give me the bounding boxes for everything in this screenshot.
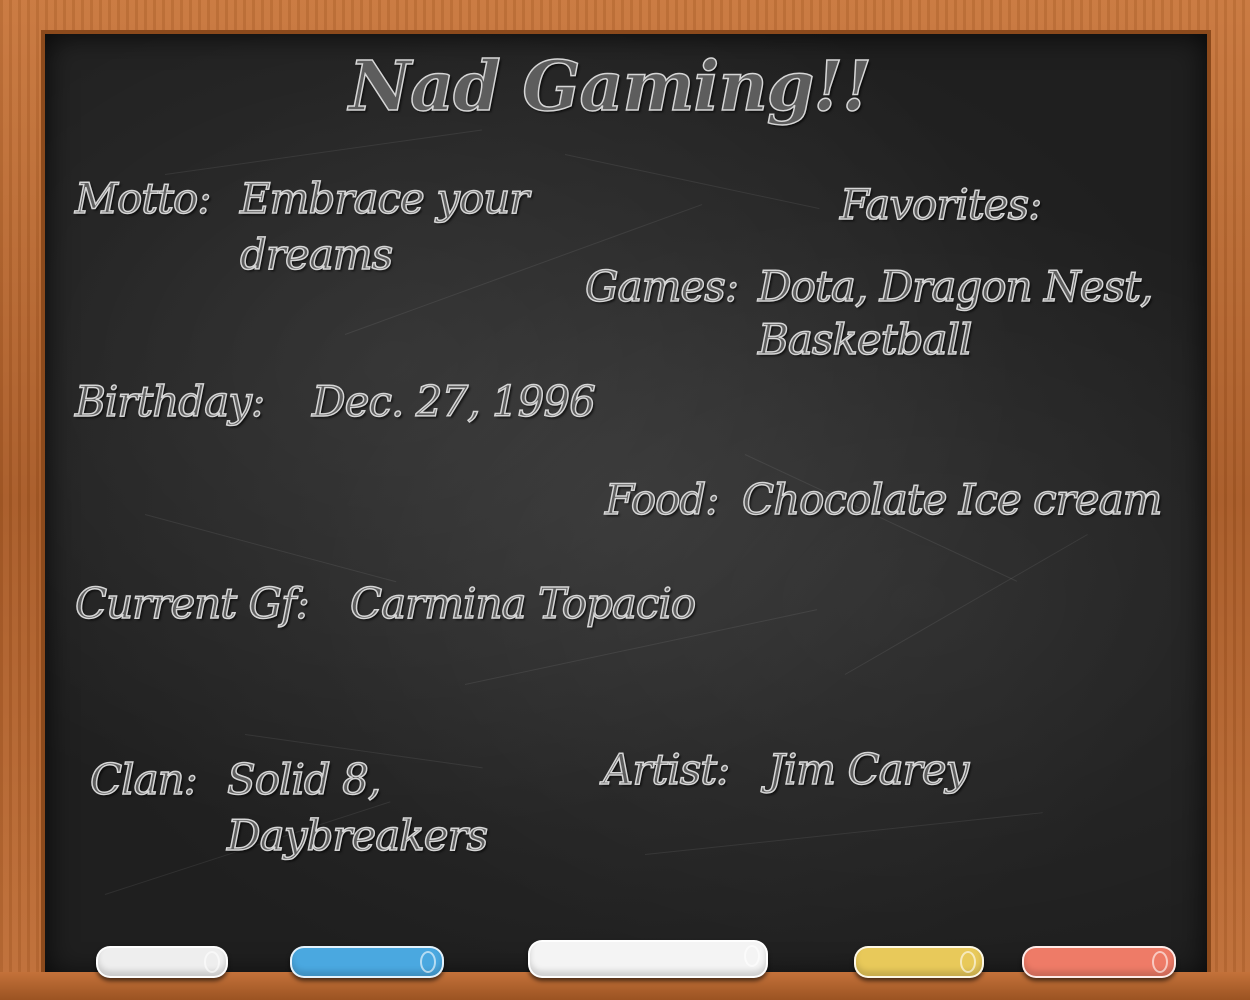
- motto-value-line2: dreams: [239, 230, 394, 279]
- games-value-line1: Dota, Dragon Nest,: [757, 262, 1154, 311]
- girlfriend-label: Current Gf:: [74, 579, 310, 628]
- pink-chalk: [1022, 946, 1176, 978]
- artist-value: Jim Carey: [767, 745, 970, 794]
- blue-chalk: [290, 946, 444, 978]
- favorites-heading: Favorites:: [839, 180, 1043, 229]
- games-value-line2: Basketball: [757, 315, 973, 364]
- food-label: Food:: [604, 475, 720, 524]
- clan-value-line1: Solid 8,: [226, 755, 382, 804]
- clan-label: Clan:: [89, 755, 198, 804]
- white-chalk-center: [528, 940, 768, 978]
- motto-value-line1: Embrace your: [239, 174, 530, 223]
- page-title: Nad Gaming!!: [348, 47, 873, 127]
- birthday-label: Birthday:: [74, 377, 266, 426]
- white-chalk-left: [96, 946, 228, 978]
- motto-label: Motto:: [74, 174, 212, 223]
- yellow-chalk: [854, 946, 984, 978]
- clan-value-line2: Daybreakers: [226, 811, 489, 860]
- artist-label: Artist:: [602, 745, 731, 794]
- games-label: Games:: [584, 262, 739, 311]
- food-value: Chocolate Ice cream: [741, 475, 1163, 524]
- birthday-value: Dec. 27, 1996: [311, 377, 596, 426]
- girlfriend-value: Carmina Topacio: [349, 579, 697, 628]
